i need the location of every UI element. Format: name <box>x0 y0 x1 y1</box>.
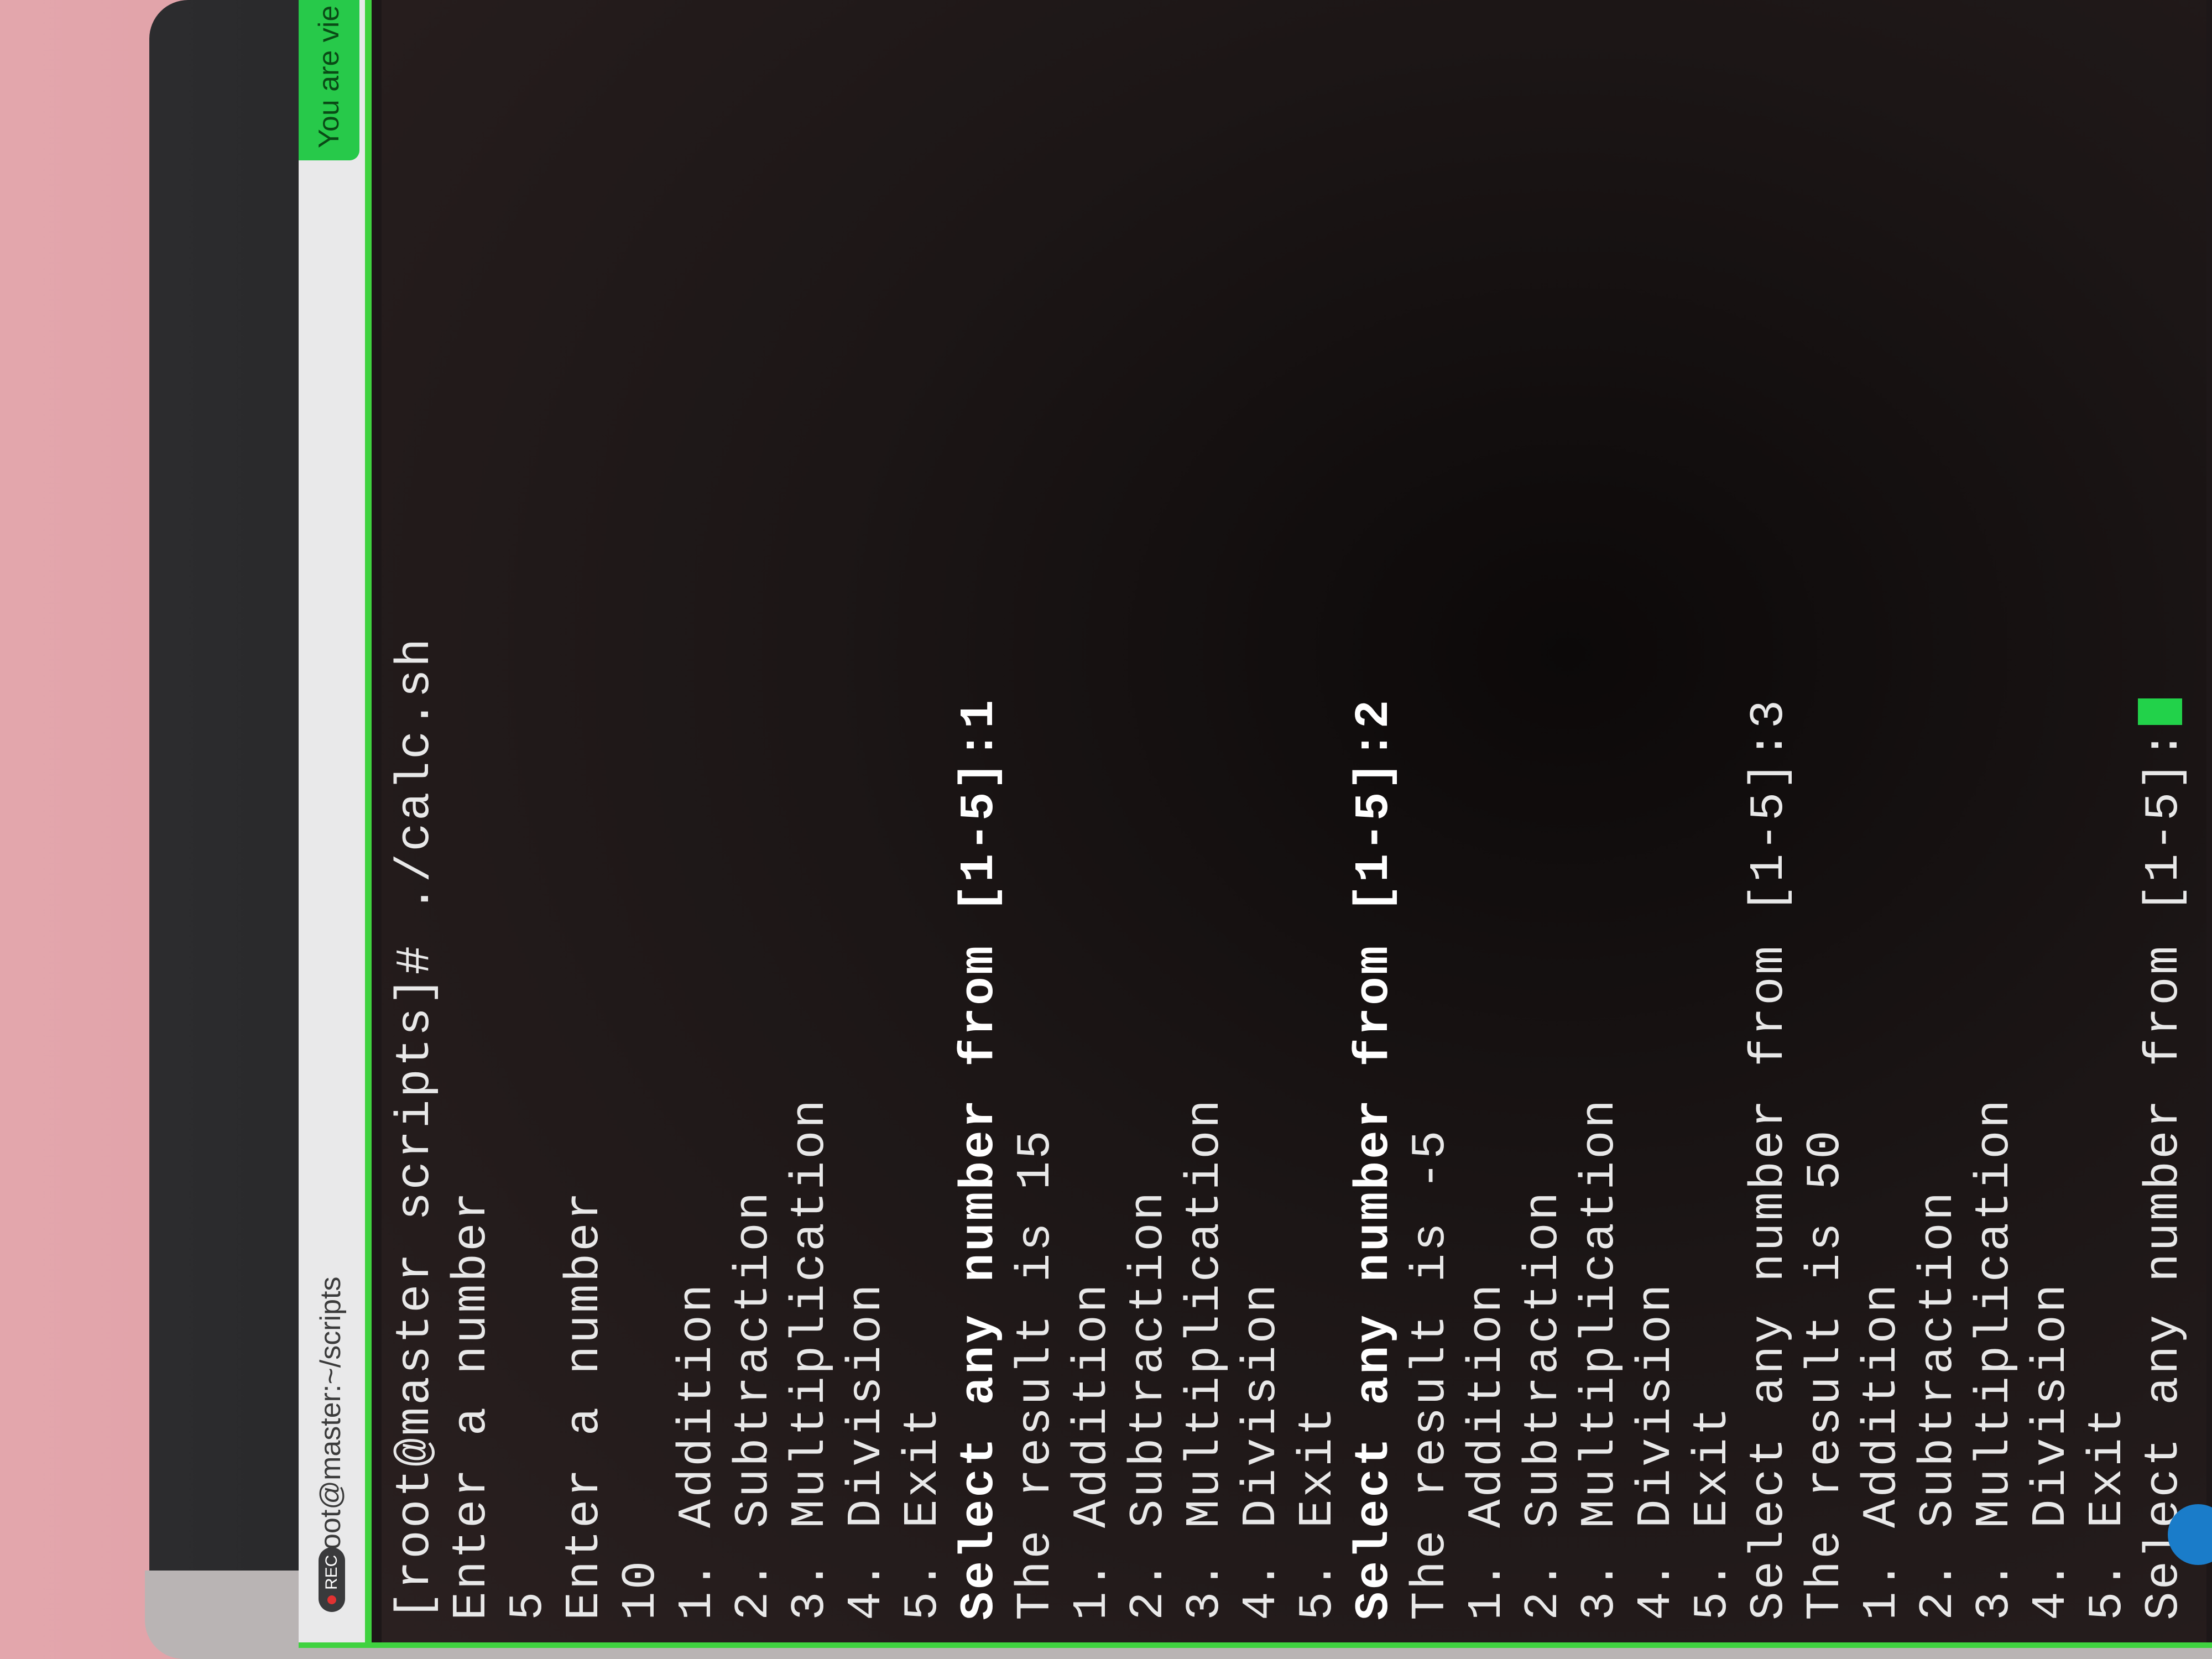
terminal-line-text: 1. Addition <box>1460 1282 1514 1620</box>
terminal-line: 2. Subtraction <box>1120 637 1177 1620</box>
terminal-line-text: 5. Exit <box>896 1405 950 1620</box>
terminal-line-text: 2. Subtraction <box>1911 1190 1965 1620</box>
terminal-line: The result is 50 <box>1797 637 1854 1620</box>
terminal-line: 1. Addition <box>1064 637 1120 1620</box>
terminal-line-text: 2. Subtraction <box>727 1190 781 1620</box>
terminal-line: 1. Addition <box>1854 637 1910 1620</box>
terminal-tab-title[interactable]: oot@master:~/scripts <box>314 1277 347 1550</box>
terminal-line: 2. Subtraction <box>1515 637 1572 1620</box>
terminal-line-text: 10 <box>614 1558 668 1620</box>
terminal-line: Select any number from [1-5]: <box>2136 637 2192 1620</box>
terminal-line-text: 4. Division <box>1234 1282 1288 1620</box>
terminal-line: Select any number from [1-5]:1 <box>951 637 1008 1620</box>
terminal-line-text: Select any number from [1-5]:3 <box>1742 697 1796 1620</box>
terminal-line: Select any number from [1-5]:2 <box>1346 637 1402 1620</box>
terminal-line-text: 5. Exit <box>1291 1405 1345 1620</box>
terminal-line: 4. Division <box>1233 637 1290 1620</box>
terminal-line-text: Enter a number <box>557 1190 612 1620</box>
terminal-line-text: 4. Division <box>2024 1282 2078 1620</box>
terminal-line-text: 4. Division <box>839 1282 894 1620</box>
monitor-screen: REC oot@master:~/scripts You are vie [ro… <box>299 0 2212 1648</box>
terminal-line: 4. Division <box>838 637 895 1620</box>
terminal-line: The result is -5 <box>1402 637 1459 1620</box>
terminal-line: 5. Exit <box>1290 637 1346 1620</box>
terminal-line-text: 2. Subtraction <box>1516 1190 1571 1620</box>
terminal-line: Select any number from [1-5]:3 <box>1741 637 1797 1620</box>
terminal-line-text: [root@master scripts]# ./calc.sh <box>388 636 442 1620</box>
rec-badge[interactable]: REC <box>319 1547 345 1612</box>
terminal-line: 2. Subtraction <box>726 637 782 1620</box>
terminal-line: 1. Addition <box>669 637 726 1620</box>
terminal-line-text: Select any number from [1-5]:2 <box>1347 697 1401 1620</box>
terminal-line-text: 3. Multiplication <box>1968 1097 2022 1620</box>
terminal-lines: [root@master scripts]# ./calc.sh Enter a … <box>387 637 2192 1620</box>
terminal-line-text: 1. Addition <box>1065 1282 1119 1620</box>
terminal-line-text: 5. Exit <box>2080 1405 2135 1620</box>
terminal-line-text: Select any number from [1-5]: <box>2137 728 2191 1620</box>
terminal-line: 3. Multiplication <box>782 637 838 1620</box>
terminal-line-text: 1. Addition <box>670 1282 724 1620</box>
terminal-line: 4. Division <box>2023 637 2079 1620</box>
terminal-line: Enter a number <box>444 637 500 1620</box>
rec-label: REC <box>322 1554 341 1590</box>
terminal-line: 3. Multiplication <box>1966 637 2023 1620</box>
terminal-line-text: 1. Addition <box>1855 1282 1909 1620</box>
terminal-line: 5. Exit <box>2079 637 2136 1620</box>
terminal-line-text: 5. Exit <box>1686 1405 1740 1620</box>
terminal-line-text: 3. Multiplication <box>1573 1097 1627 1620</box>
terminal-line-text: 3. Multiplication <box>1178 1097 1232 1620</box>
record-dot-icon <box>327 1595 336 1604</box>
terminal-line: 5. Exit <box>895 637 951 1620</box>
terminal-line-text: The result is -5 <box>1404 1128 1458 1620</box>
terminal-output[interactable]: [root@master scripts]# ./calc.sh Enter a … <box>382 0 2206 1642</box>
terminal-line: 10 <box>613 637 669 1620</box>
terminal-line-text: 2. Subtraction <box>1121 1190 1176 1620</box>
terminal-line: Enter a number <box>556 637 613 1620</box>
terminal-line-text: Enter a number <box>445 1190 499 1620</box>
window-tab-bar: REC oot@master:~/scripts You are vie <box>299 0 372 1642</box>
terminal-line: [root@master scripts]# ./calc.sh <box>387 637 444 1620</box>
terminal-line-text: The result is 50 <box>1798 1128 1853 1620</box>
terminal-line: 3. Multiplication <box>1177 637 1233 1620</box>
terminal-line: 2. Subtraction <box>1910 637 1966 1620</box>
terminal-line: 5 <box>500 637 556 1620</box>
terminal-line-text: 4. Division <box>1629 1282 1683 1620</box>
terminal-line: 4. Division <box>1628 637 1684 1620</box>
terminal-line-text: 3. Multiplication <box>783 1097 837 1620</box>
terminal-line-text: 5 <box>501 1589 555 1620</box>
terminal-line: 3. Multiplication <box>1572 637 1628 1620</box>
terminal-line: 1. Addition <box>1459 637 1515 1620</box>
viewing-banner: You are vie <box>299 0 359 160</box>
terminal-line-text: The result is 15 <box>1009 1128 1063 1620</box>
terminal-line: The result is 15 <box>1008 637 1064 1620</box>
terminal-line: 5. Exit <box>1684 637 1741 1620</box>
terminal-line-text: Select any number from [1-5]:1 <box>952 697 1006 1620</box>
terminal-cursor <box>2138 698 2182 726</box>
